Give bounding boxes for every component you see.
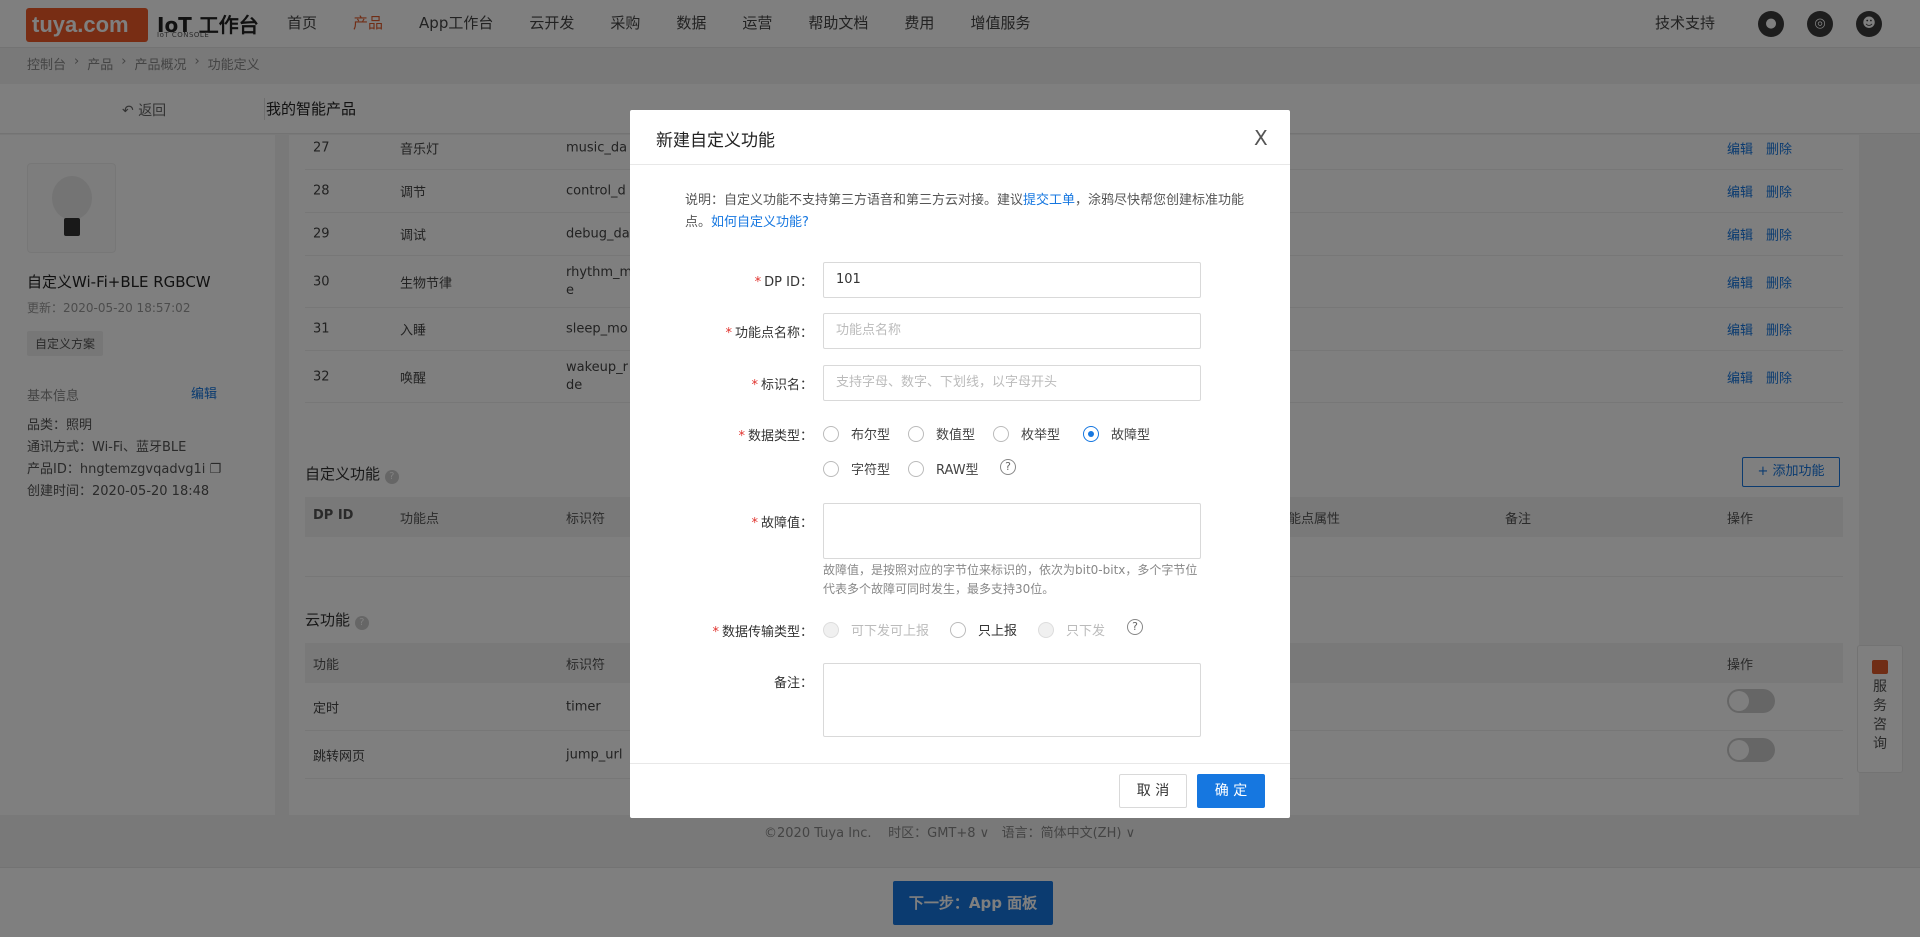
trans-wr-label: 只下发	[1066, 624, 1106, 639]
radio-circle	[823, 621, 839, 638]
required-mark: *	[725, 326, 732, 341]
radio-circle	[1038, 621, 1054, 638]
type-value-label: 数值型	[936, 428, 976, 443]
required-mark: *	[738, 429, 745, 444]
type-string-label: 字符型	[851, 463, 891, 478]
help-icon[interactable]: ?	[1127, 619, 1143, 635]
trans-wr-radio[interactable]: 只下发	[1038, 620, 1105, 639]
dialog-title: 新建自定义功能	[656, 131, 775, 151]
radio-circle-selected	[1083, 425, 1099, 442]
type-string-radio[interactable]: 字符型	[823, 459, 890, 478]
dialog-note: 说明：自定义功能不支持第三方语音和第三方云对接。建议提交工单，涂鸦尽快帮您创建标…	[685, 190, 1245, 234]
cancel-button[interactable]: 取 消	[1119, 774, 1187, 808]
radio-circle	[993, 425, 1009, 442]
type-raw-radio[interactable]: RAW型	[908, 459, 979, 478]
trans-rw-radio[interactable]: 可下发可上报	[823, 620, 929, 639]
code-name-label: * 标识名：	[673, 374, 813, 393]
radio-circle	[950, 621, 966, 638]
function-name-label-text: 功能点名称：	[734, 326, 813, 341]
required-mark: *	[751, 378, 758, 393]
how-to-customize-link[interactable]: 如何自定义功能?	[711, 215, 809, 230]
code-name-input[interactable]: 支持字母、数字、下划线，以字母开头	[823, 365, 1201, 401]
trans-ro-radio[interactable]: 只上报	[950, 620, 1017, 639]
dp-id-input[interactable]: 101	[823, 262, 1201, 298]
radio-circle	[908, 460, 924, 477]
type-bool-radio[interactable]: 布尔型	[823, 424, 890, 443]
required-mark: *	[754, 275, 762, 290]
submit-ticket-link[interactable]: 提交工单	[1023, 193, 1075, 208]
type-bool-label: 布尔型	[851, 428, 891, 443]
dp-id-label: * DP ID：	[673, 271, 813, 290]
data-type-label: * 数据类型：	[673, 425, 813, 444]
dialog-header: 新建自定义功能 X	[630, 110, 1290, 165]
help-icon[interactable]: ?	[1000, 459, 1016, 475]
dp-id-label-text: DP ID：	[764, 275, 813, 290]
radio-circle	[908, 425, 924, 442]
required-mark: *	[712, 625, 719, 640]
trans-rw-label: 可下发可上报	[851, 624, 930, 639]
fault-value-textarea[interactable]	[823, 503, 1201, 559]
note-text: 说明：自定义功能不支持第三方语音和第三方云对接。建议	[685, 193, 1024, 208]
close-icon[interactable]: X	[1254, 128, 1268, 148]
fault-value-label: * 故障值：	[673, 512, 813, 531]
data-type-label-text: 数据类型：	[747, 429, 813, 444]
function-name-input[interactable]: 功能点名称	[823, 313, 1201, 349]
radio-circle	[823, 425, 839, 442]
type-fault-label: 故障型	[1111, 428, 1151, 443]
new-custom-function-dialog: 新建自定义功能 X 说明：自定义功能不支持第三方语音和第三方云对接。建议提交工单…	[630, 110, 1290, 818]
transfer-type-label-text: 数据传输类型：	[721, 625, 813, 640]
remark-label: 备注：	[773, 676, 813, 691]
radio-circle	[823, 460, 839, 477]
type-value-radio[interactable]: 数值型	[908, 424, 975, 443]
fault-value-label-text: 故障值：	[760, 516, 813, 531]
type-enum-radio[interactable]: 枚举型	[993, 424, 1060, 443]
type-fault-radio[interactable]: 故障型	[1083, 424, 1150, 443]
fault-value-hint: 故障值，是按照对应的字节位来标识的，依次为bit0-bitx，多个字节位代表多个…	[823, 563, 1198, 596]
dialog-footer: 取 消 确 定	[630, 763, 1290, 818]
function-name-label: * 功能点名称：	[673, 322, 813, 341]
trans-ro-label: 只上报	[978, 624, 1018, 639]
transfer-type-label: * 数据传输类型：	[673, 621, 813, 640]
confirm-button[interactable]: 确 定	[1197, 774, 1265, 808]
remark-textarea[interactable]	[823, 663, 1201, 737]
required-mark: *	[751, 516, 758, 531]
type-enum-label: 枚举型	[1021, 428, 1061, 443]
code-name-label-text: 标识名：	[760, 378, 813, 393]
type-raw-label: RAW型	[936, 463, 979, 478]
